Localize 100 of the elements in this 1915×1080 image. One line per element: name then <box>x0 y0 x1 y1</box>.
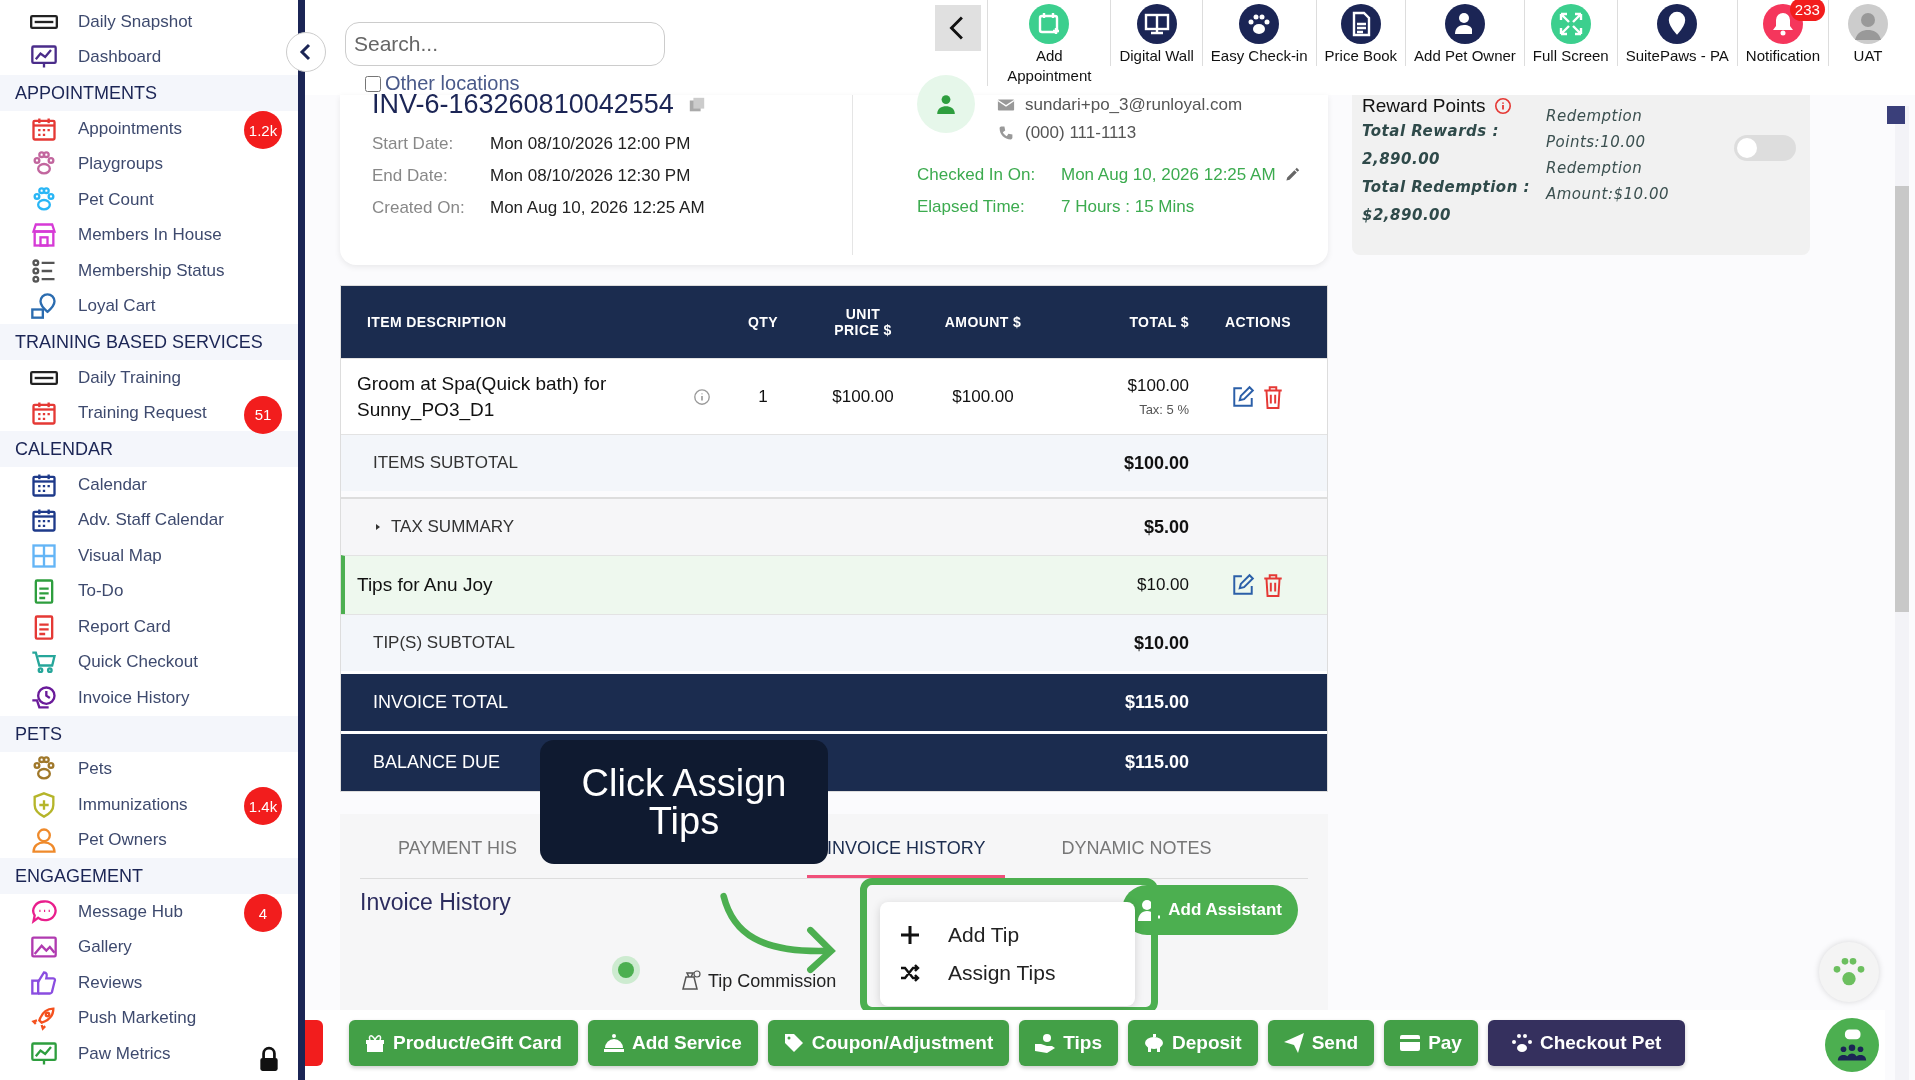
redemption-amount: Redemption Amount:$10.00 <box>1546 158 1670 205</box>
sidebar-label: Pet Owners <box>78 830 167 851</box>
sidebar-item[interactable]: Message Hub 4 <box>0 894 284 930</box>
gift-icon <box>365 1033 385 1053</box>
shuffle-icon <box>900 963 920 983</box>
sidebar-label: Report Card <box>78 616 171 637</box>
sidebar-item[interactable]: Pets <box>0 751 284 787</box>
detail-value: Mon 08/10/2026 12:00 PM <box>490 134 692 154</box>
tab[interactable]: DYNAMIC NOTES <box>1041 824 1232 878</box>
tag-icon <box>783 1033 804 1053</box>
detail-value: Mon Aug 10, 2026 12:25 AM <box>490 198 706 218</box>
edit-icon[interactable] <box>1231 384 1255 409</box>
toolbar-label: Price Book <box>1324 46 1398 66</box>
search-field[interactable]: Search... <box>345 22 665 66</box>
table-row[interactable]: TAX SUMMARY $5.00 <box>341 497 1327 555</box>
sidebar-item[interactable]: Visual Map <box>0 538 284 574</box>
guide-tooltip: Click Assign Tips <box>540 740 828 864</box>
sidebar-item[interactable]: To-Do <box>0 573 284 609</box>
send-icon <box>1283 1033 1304 1053</box>
count-badge: 1.2k <box>244 111 282 149</box>
piggy-icon <box>1144 1033 1164 1053</box>
row-total: $115.00 <box>1123 692 1189 713</box>
table-cell-text: $100.00 <box>831 386 895 407</box>
group-chat-icon <box>1835 1028 1869 1062</box>
sidebar-item[interactable]: Gallery <box>0 929 284 965</box>
plus-icon <box>900 925 920 945</box>
sidebar-item[interactable]: Immunizations 1.4k <box>0 787 284 823</box>
bell-icon <box>603 1033 624 1053</box>
status-label: Checked In On: <box>917 165 1037 185</box>
sidebar-label: Quick Checkout <box>78 652 198 673</box>
toolbar-button[interactable]: Add Pet Owner <box>1405 0 1524 66</box>
menu-item[interactable]: Assign Tips <box>880 961 1135 985</box>
item-description: Groom at Spa(Quick bath) for Sunny_PO3_D1 <box>357 371 608 423</box>
sidebar-item[interactable]: Invoice History <box>0 680 284 716</box>
edit-icon[interactable] <box>1231 573 1255 597</box>
sidebar-item[interactable]: Paw Metrics <box>0 1036 284 1072</box>
action-button[interactable]: Checkout Pet <box>1487 1020 1686 1066</box>
info-icon[interactable] <box>1493 97 1512 115</box>
phone-icon <box>997 125 1015 141</box>
back-button[interactable] <box>935 5 982 51</box>
sidebar-item[interactable]: Daily Snapshot <box>0 4 284 40</box>
email-text: sundari+po_3@runloyal.com <box>1025 95 1243 115</box>
status-label: Elapsed Time: <box>917 197 1026 217</box>
sidebar-label: To-Do <box>78 581 124 602</box>
toolbar-button[interactable]: UAT <box>1828 0 1907 66</box>
toolbar-button[interactable]: Full Screen <box>1523 0 1617 66</box>
column-header: ITEM DESCRIPTION <box>366 314 508 330</box>
total-value: $100.00 <box>1127 376 1189 396</box>
reward-label: Total Redemption : <box>1362 177 1532 198</box>
sidebar-label: Gallery <box>78 937 132 958</box>
row-total: $100.00 <box>1122 452 1189 474</box>
sidebar-item[interactable]: Members In House <box>0 217 284 253</box>
sidebar-item[interactable]: Dashboard <box>0 39 284 75</box>
tax-note: Tax: 5 % <box>1139 402 1189 417</box>
toolbar-button[interactable]: Price Book <box>1315 0 1406 66</box>
sidebar-label: Immunizations <box>78 794 188 815</box>
row-total: $115.00 <box>1123 752 1189 773</box>
sidebar-item[interactable]: Playgroups <box>0 146 284 182</box>
sidebar-item[interactable]: Pet Owners <box>0 822 284 858</box>
toolbar-button[interactable]: SuitePaws - PA <box>1616 0 1737 66</box>
sidebar-item[interactable]: Membership Status <box>0 253 284 289</box>
delete-icon[interactable] <box>1261 384 1285 409</box>
tab[interactable]: PAYMENT HIS <box>398 824 518 878</box>
row-label: INVOICE TOTAL <box>373 692 509 713</box>
copy-icon[interactable] <box>687 95 706 114</box>
sidebar-label: Members In House <box>78 225 222 246</box>
sidebar-label: Loyal Cart <box>78 296 156 317</box>
sidebar-item[interactable]: Pet Count <box>0 182 284 218</box>
detail-label: End Date: <box>372 166 449 186</box>
card-icon <box>1400 1033 1421 1053</box>
person-plus-icon <box>1138 899 1161 921</box>
sidebar-item[interactable]: Loyal Cart <box>0 288 284 324</box>
toolbar-button[interactable]: 233 Notification <box>1736 0 1828 66</box>
count-badge: 51 <box>244 395 282 434</box>
sidebar-item[interactable]: Quick Checkout <box>0 644 284 680</box>
delete-icon[interactable] <box>1261 573 1285 597</box>
sidebar-item[interactable]: Adv. Staff Calendar <box>0 502 284 538</box>
toolbar-button[interactable]: Digital Wall <box>1110 0 1202 66</box>
sidebar-item[interactable]: Calendar <box>0 467 284 503</box>
sidebar-item[interactable]: Report Card <box>0 609 284 645</box>
toolbar-button[interactable]: Easy Check-in <box>1201 0 1316 66</box>
toggle-switch[interactable] <box>1734 135 1796 161</box>
pencil-icon[interactable] <box>1283 167 1300 183</box>
section-title: Invoice History <box>360 888 511 916</box>
sidebar-label: Training Request <box>78 403 207 424</box>
detail-label: Start Date: <box>372 134 455 154</box>
sidebar-label: Membership Status <box>78 260 225 281</box>
toolbar-button[interactable]: Add Appointment <box>987 0 1111 86</box>
scrollbar[interactable] <box>1895 106 1909 1080</box>
status-value: Mon Aug 10, 2026 12:25 AM <box>1061 165 1276 185</box>
column-header: AMOUNT $ <box>943 314 1023 330</box>
info-icon[interactable] <box>693 387 711 406</box>
row-label: TAX SUMMARY <box>391 517 515 537</box>
checkbox[interactable] <box>365 75 381 92</box>
sidebar-item[interactable]: Reviews <box>0 965 284 1001</box>
sidebar-item[interactable]: Push Marketing <box>0 1000 284 1036</box>
table-cell-text: 1 <box>757 386 769 407</box>
sidebar-item[interactable]: Appointments 1.2k <box>0 111 284 147</box>
sidebar-item[interactable]: Daily Training <box>0 360 284 396</box>
sidebar-label: Daily Snapshot <box>78 11 193 32</box>
